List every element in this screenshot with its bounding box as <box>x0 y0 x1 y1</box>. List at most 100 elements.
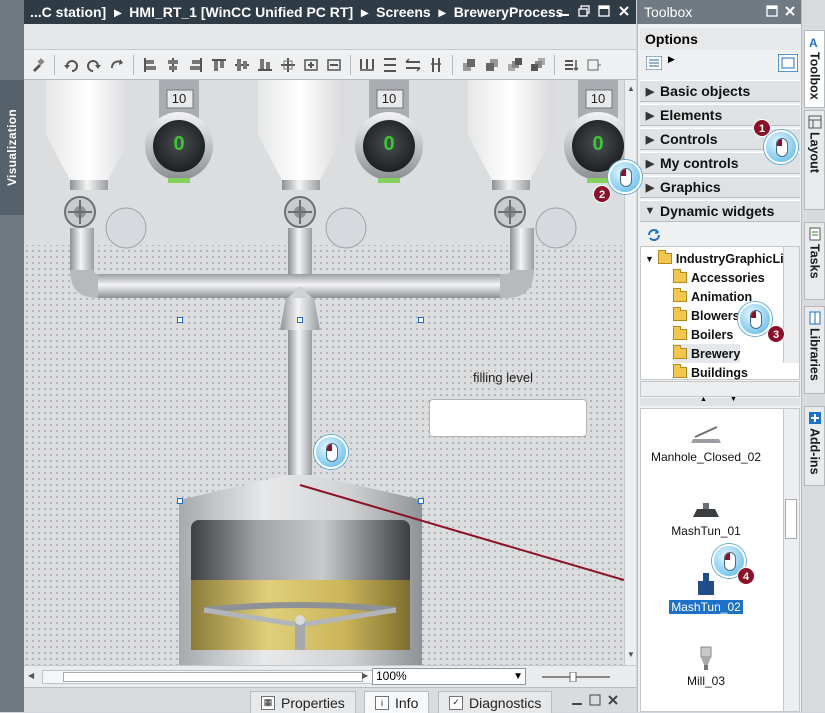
section-basic-objects[interactable]: ▶ Basic objects <box>640 80 800 102</box>
format-painter-icon[interactable] <box>28 55 48 75</box>
folder-icon <box>673 288 687 302</box>
pane-splitter[interactable]: ▲ ▼ <box>640 396 800 406</box>
filling-level-io-field[interactable] <box>429 399 587 437</box>
center-horizontal-icon[interactable] <box>301 55 321 75</box>
tree-horizontal-scrollbar[interactable] <box>640 381 800 397</box>
options-header[interactable]: Options <box>640 28 800 50</box>
library-item-mill-03[interactable]: Mill_03 <box>641 645 771 688</box>
canvas-horizontal-scrollbar[interactable] <box>42 670 390 684</box>
center-both-icon[interactable] <box>278 55 298 75</box>
breadcrumb-brewery-process[interactable]: BreweryProcess <box>454 4 564 20</box>
tab-toolbox[interactable]: A Toolbox <box>804 30 825 108</box>
restore-icon[interactable] <box>576 4 592 20</box>
breadcrumb-station[interactable]: ...C station] <box>30 4 106 20</box>
tab-add-ins[interactable]: Add-ins <box>804 406 825 486</box>
equal-height-icon[interactable] <box>426 55 446 75</box>
splitter-down-icon[interactable]: ▼ <box>730 396 737 403</box>
chevron-right-icon: ▶ <box>645 109 655 122</box>
scroll-right-icon[interactable]: ▶ <box>362 671 368 680</box>
tree-item-buildings[interactable]: Buildings <box>673 363 748 382</box>
scroll-down-icon[interactable]: ▼ <box>627 650 635 659</box>
breadcrumb-hmi[interactable]: HMI_RT_1 [WinCC Unified PC RT] <box>129 4 353 20</box>
zoom-slider[interactable] <box>540 672 612 682</box>
tree-item-boilers[interactable]: Boilers <box>673 325 733 344</box>
library-item-manhole-closed-02[interactable]: Manhole_Closed_02 <box>641 425 771 464</box>
distribute-vertical-icon[interactable] <box>380 55 400 75</box>
align-bottom-icon[interactable] <box>255 55 275 75</box>
selection-handle[interactable] <box>297 317 303 323</box>
chevron-right-icon: ▶ <box>645 85 655 98</box>
section-dynamic-widgets[interactable]: ▼ Dynamic widgets <box>640 200 800 222</box>
align-top-icon[interactable] <box>209 55 229 75</box>
editor-titlebar: ...C station] ▸ HMI_RT_1 [WinCC Unified … <box>24 0 636 24</box>
align-left-icon[interactable] <box>140 55 160 75</box>
rotate-right-icon[interactable] <box>84 55 104 75</box>
tab-libraries[interactable]: Libraries <box>804 306 825 394</box>
view-options-arrow-icon[interactable]: ▶ <box>668 54 675 65</box>
equal-width-icon[interactable] <box>403 55 423 75</box>
visualization-tab[interactable]: Visualization <box>0 80 24 215</box>
section-graphics[interactable]: ▶ Graphics <box>640 176 800 198</box>
refresh-icon[interactable] <box>646 227 662 243</box>
distribute-horizontal-icon[interactable] <box>357 55 377 75</box>
horizontal-scroll-thumb[interactable] <box>63 672 363 682</box>
tab-add-ins-label: Add-ins <box>807 428 822 475</box>
selection-handle[interactable] <box>418 317 424 323</box>
library-scroll-thumb[interactable] <box>785 499 797 539</box>
icon-view-toggle-icon[interactable] <box>778 54 798 72</box>
align-middle-icon[interactable] <box>232 55 252 75</box>
tab-info[interactable]: i Info <box>364 691 430 713</box>
send-to-back-icon[interactable] <box>528 55 548 75</box>
task-card-tabs: A Toolbox Layout Tasks Libraries Add-ins <box>801 0 825 712</box>
breadcrumb-screens[interactable]: Screens <box>376 4 430 20</box>
bring-forward-icon[interactable] <box>459 55 479 75</box>
list-view-icon[interactable] <box>646 56 662 70</box>
chevron-down-icon: ▼ <box>513 671 523 682</box>
float-icon[interactable] <box>765 4 779 18</box>
screen-canvas[interactable]: 10 0 10 0 10 0 filling level <box>24 80 624 665</box>
tree-item-animation[interactable]: Animation <box>673 287 752 306</box>
scroll-up-icon[interactable]: ▲ <box>627 84 635 93</box>
tree-item-brewery[interactable]: Brewery <box>673 344 741 363</box>
bring-to-front-icon[interactable] <box>505 55 525 75</box>
scroll-left-icon[interactable]: ◀ <box>28 671 34 680</box>
tree-vertical-scrollbar[interactable] <box>783 247 799 363</box>
tab-layout[interactable]: Layout <box>804 110 825 210</box>
float-icon[interactable] <box>596 4 612 20</box>
more-tools-icon[interactable] <box>584 55 604 75</box>
close-icon[interactable] <box>606 693 620 707</box>
tab-properties[interactable]: ▦ Properties <box>250 691 356 713</box>
tab-tasks[interactable]: Tasks <box>804 222 825 300</box>
section-elements[interactable]: ▶ Elements <box>640 104 800 126</box>
tree-item-accessories[interactable]: Accessories <box>673 268 765 287</box>
library-vertical-scrollbar[interactable] <box>783 409 799 711</box>
folder-icon <box>673 364 687 378</box>
center-vertical-icon[interactable] <box>324 55 344 75</box>
zoom-select[interactable]: 100% ▼ <box>372 668 526 685</box>
library-item-mashtun-01[interactable]: MashTun_01 <box>641 499 771 538</box>
options-bar: ▶ <box>640 50 800 78</box>
minimize-icon[interactable] <box>570 693 584 707</box>
chevron-right-icon: ▶ <box>645 133 655 146</box>
align-center-icon[interactable] <box>163 55 183 75</box>
align-right-icon[interactable] <box>186 55 206 75</box>
tab-tasks-label: Tasks <box>807 244 822 279</box>
mash-tun-tank <box>179 475 422 665</box>
selection-handle[interactable] <box>418 498 424 504</box>
send-backward-icon[interactable] <box>482 55 502 75</box>
flip-icon[interactable] <box>107 55 127 75</box>
layer-order-icon[interactable] <box>561 55 581 75</box>
toolbar-separator <box>133 54 134 75</box>
tree-item-blowers[interactable]: Blowers <box>673 306 740 325</box>
close-icon[interactable] <box>616 4 632 20</box>
rotate-left-icon[interactable] <box>61 55 81 75</box>
close-icon[interactable] <box>783 4 797 18</box>
tree-root[interactable]: ▼ IndustryGraphicLi... <box>645 249 794 268</box>
tab-diagnostics[interactable]: ✓ Diagnostics <box>438 691 553 713</box>
selection-handle[interactable] <box>177 498 183 504</box>
minimize-icon[interactable] <box>556 4 572 20</box>
splitter-up-icon[interactable]: ▲ <box>700 396 707 403</box>
tree-item-label: Blowers <box>691 308 740 323</box>
selection-handle[interactable] <box>177 317 183 323</box>
float-icon[interactable] <box>588 693 602 707</box>
